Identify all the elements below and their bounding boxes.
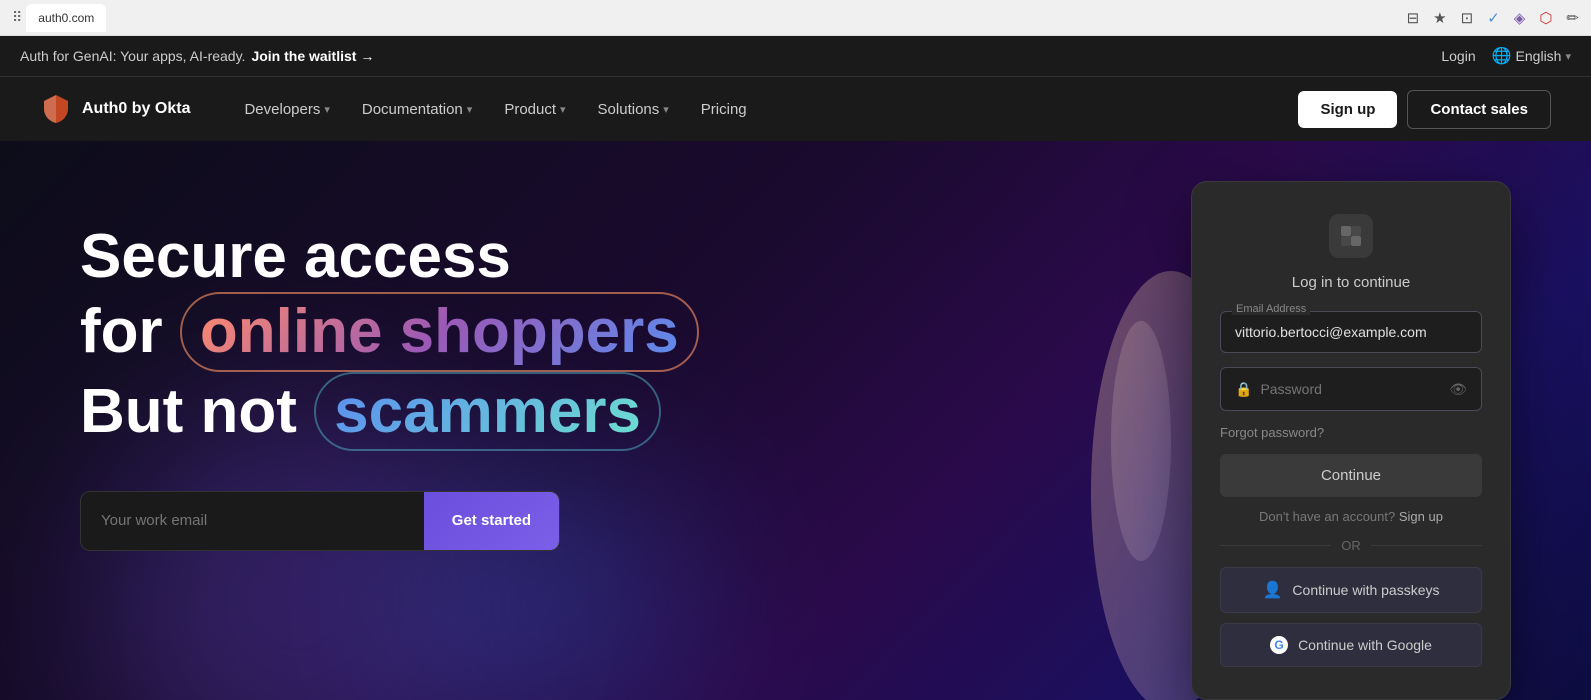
- language-selector[interactable]: 🌐 English ▾: [1492, 46, 1571, 66]
- translate-icon[interactable]: ⊟: [1407, 9, 1420, 27]
- browser-tab[interactable]: auth0.com: [26, 4, 106, 32]
- extension-red-icon[interactable]: ⬡: [1539, 9, 1552, 27]
- email-label: Email Address: [1232, 303, 1310, 315]
- nav-pricing[interactable]: Pricing: [687, 93, 761, 126]
- tab-url: auth0.com: [38, 11, 94, 25]
- nav-product[interactable]: Product ▾: [490, 93, 579, 126]
- announcement-copy: Auth for GenAI: Your apps, AI-ready.: [20, 48, 245, 64]
- bookmark-icon[interactable]: ★: [1433, 9, 1446, 27]
- nav-developers[interactable]: Developers ▾: [230, 93, 343, 126]
- nav-product-label: Product: [504, 101, 556, 118]
- logo-text: Auth0 by Okta: [82, 100, 190, 118]
- continue-button[interactable]: Continue: [1220, 454, 1482, 497]
- nav-documentation-label: Documentation: [362, 101, 463, 118]
- passkeys-button[interactable]: 👤 Continue with passkeys: [1220, 567, 1482, 613]
- extension-purple-icon[interactable]: ◈: [1514, 9, 1526, 27]
- nav-links: Developers ▾ Documentation ▾ Product ▾ S…: [230, 93, 1298, 126]
- edit-icon[interactable]: ✏: [1566, 9, 1579, 27]
- nav-solutions-label: Solutions: [598, 101, 660, 118]
- hero-content: Secure access for online shoppers But no…: [80, 201, 1151, 551]
- work-email-input[interactable]: [81, 512, 424, 529]
- main-nav: Auth0 by Okta Developers ▾ Documentation…: [0, 77, 1591, 141]
- product-chevron-icon: ▾: [560, 103, 566, 116]
- login-card: Log in to continue Email Address 🔒 👁 For…: [1191, 181, 1511, 700]
- lang-chevron-icon: ▾: [1565, 50, 1571, 63]
- nav-solutions[interactable]: Solutions ▾: [584, 93, 683, 126]
- card-signup-link[interactable]: Sign up: [1399, 509, 1443, 524]
- login-card-container: Log in to continue Email Address 🔒 👁 For…: [1191, 181, 1511, 700]
- or-divider: OR: [1220, 538, 1482, 553]
- hero-section: Secure access for online shoppers But no…: [0, 141, 1591, 700]
- login-card-title: Log in to continue: [1220, 274, 1482, 291]
- email-field: Email Address: [1220, 311, 1482, 353]
- browser-tabs: ⠿ auth0.com: [12, 4, 106, 32]
- solutions-chevron-icon: ▾: [663, 103, 669, 116]
- google-g-icon: G: [1270, 636, 1288, 654]
- announcement-actions: Login 🌐 English ▾: [1441, 46, 1571, 66]
- lock-icon: 🔒: [1235, 381, 1252, 398]
- login-link[interactable]: Login: [1441, 48, 1475, 64]
- get-started-button[interactable]: Get started: [424, 492, 559, 550]
- online-shoppers-badge: online shoppers: [180, 292, 699, 371]
- hero-headline-line3: But not scammers: [80, 372, 1151, 451]
- forgot-password-link[interactable]: Forgot password?: [1220, 425, 1482, 440]
- nav-actions: Sign up Contact sales: [1298, 90, 1551, 129]
- hero-headline: Secure access for online shoppers But no…: [80, 221, 1151, 451]
- announcement-bar: Auth for GenAI: Your apps, AI-ready. Joi…: [0, 36, 1591, 77]
- announcement-text: Auth for GenAI: Your apps, AI-ready. Joi…: [20, 48, 1441, 64]
- tab-control-dots: ⠿: [12, 9, 22, 26]
- signup-button[interactable]: Sign up: [1298, 91, 1397, 128]
- login-password-input[interactable]: [1260, 381, 1449, 397]
- no-account-label: Don't have an account?: [1259, 509, 1395, 524]
- hero-headline-line1: Secure access: [80, 221, 1151, 292]
- passkeys-icon: 👤: [1263, 580, 1283, 600]
- scammers-badge: scammers: [314, 372, 661, 451]
- password-field: 🔒 👁: [1220, 367, 1482, 411]
- developers-chevron-icon: ▾: [324, 103, 330, 116]
- or-text: OR: [1341, 538, 1361, 553]
- nav-pricing-label: Pricing: [701, 101, 747, 118]
- google-button[interactable]: G Continue with Google: [1220, 623, 1482, 667]
- contact-sales-button[interactable]: Contact sales: [1407, 90, 1551, 129]
- join-waitlist-link[interactable]: Join the waitlist →: [251, 48, 374, 64]
- login-logo-icon: [1329, 214, 1373, 258]
- nav-developers-label: Developers: [244, 101, 320, 118]
- passkeys-label: Continue with passkeys: [1292, 582, 1439, 598]
- scammers-text: scammers: [334, 377, 641, 446]
- eye-icon[interactable]: 👁: [1449, 381, 1467, 398]
- screenshot-icon[interactable]: ⊡: [1461, 9, 1474, 27]
- online-shoppers-text: online shoppers: [200, 297, 679, 366]
- google-label: Continue with Google: [1298, 637, 1432, 653]
- browser-bar: ⠿ auth0.com ⊟ ★ ⊡ ✓ ◈ ⬡ ✏: [0, 0, 1591, 36]
- browser-toolbar: ⊟ ★ ⊡ ✓ ◈ ⬡ ✏: [1407, 9, 1579, 27]
- nav-documentation[interactable]: Documentation ▾: [348, 93, 486, 126]
- documentation-chevron-icon: ▾: [467, 103, 473, 116]
- hero-headline-line2: for online shoppers: [80, 292, 1151, 371]
- language-label: English: [1516, 48, 1562, 64]
- hero-for-prefix: for: [80, 297, 163, 366]
- or-line-left: [1220, 545, 1331, 546]
- login-email-input[interactable]: [1220, 311, 1482, 353]
- logo[interactable]: Auth0 by Okta: [40, 93, 190, 125]
- password-input-wrapper: 🔒 👁: [1220, 367, 1482, 411]
- login-card-logo: [1220, 214, 1482, 258]
- auth0-logo-icon: [40, 93, 72, 125]
- extension-check-icon[interactable]: ✓: [1487, 9, 1500, 27]
- globe-icon: 🌐: [1492, 46, 1512, 66]
- or-line-right: [1371, 545, 1482, 546]
- hero-but-not-prefix: But not: [80, 377, 297, 446]
- email-cta-form: Get started: [80, 491, 560, 551]
- no-account-text: Don't have an account? Sign up: [1220, 509, 1482, 524]
